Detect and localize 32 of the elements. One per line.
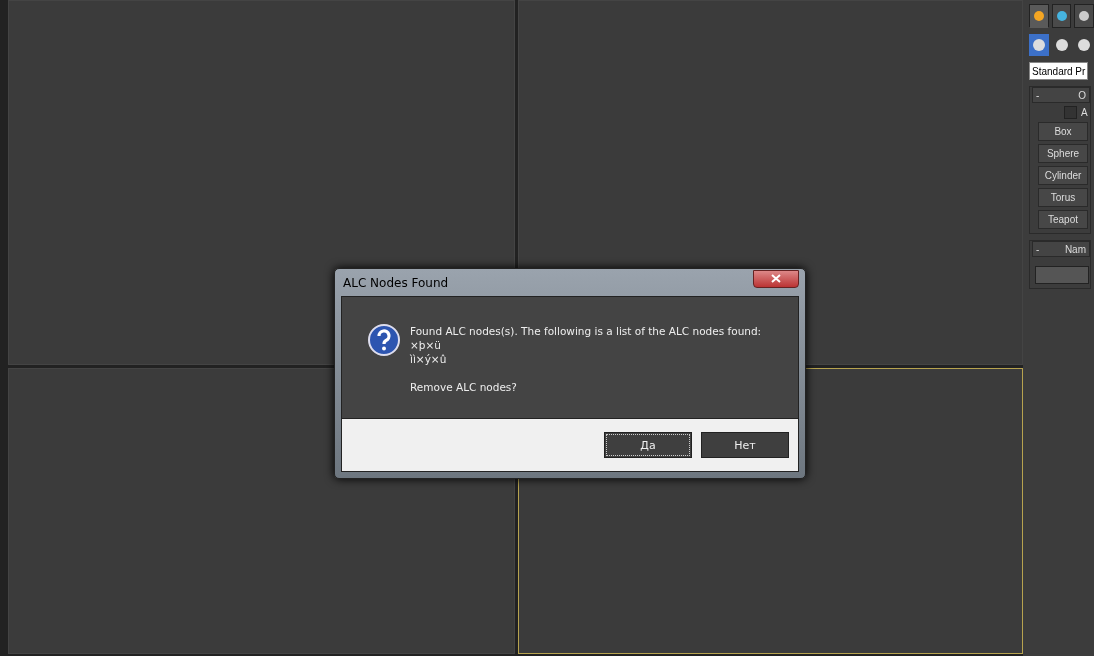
rollout-title: O: [1078, 89, 1086, 101]
node-name: ×þ×ü: [410, 338, 442, 352]
window-title: ALC Nodes Found: [343, 275, 449, 290]
node-name: ìì×ý×û: [410, 352, 448, 366]
panel-tab[interactable]: [1029, 4, 1049, 28]
category-dropdown[interactable]: Standard Pr: [1029, 62, 1088, 80]
object-button[interactable]: Sphere: [1038, 144, 1088, 163]
rollout-header[interactable]: - O: [1032, 87, 1090, 103]
name-field[interactable]: [1035, 266, 1089, 284]
object-button[interactable]: Torus: [1038, 188, 1088, 207]
dialog-button[interactable]: Да: [604, 432, 692, 458]
collapse-sign: -: [1036, 89, 1040, 101]
shape-icon: [1076, 37, 1093, 53]
question-icon: [368, 324, 400, 356]
panel-tab[interactable]: [1074, 4, 1094, 28]
subtype-button[interactable]: [1029, 34, 1049, 56]
panel-tab[interactable]: [1051, 4, 1072, 28]
dialog-button[interactable]: Нет: [701, 432, 789, 458]
checkbox[interactable]: [1064, 106, 1077, 119]
close-icon: [771, 274, 781, 283]
collapse-sign: -: [1036, 243, 1040, 255]
object-button[interactable]: Teapot: [1038, 210, 1088, 229]
shape-icon: [1030, 37, 1047, 53]
checkbox-label: A: [1081, 107, 1088, 118]
question-text: Remove ALC nodes?: [410, 380, 518, 394]
rollout-header[interactable]: - Nam: [1032, 241, 1090, 257]
object-button[interactable]: Box: [1038, 122, 1088, 141]
close-button[interactable]: [753, 269, 799, 288]
rollout-title: Nam: [1064, 243, 1086, 255]
object-button[interactable]: Cylinder: [1038, 166, 1088, 185]
message-text: Found ALC nodes(s). The following is a list of the ALC nodes found:: [410, 324, 762, 338]
shape-icon: [1053, 37, 1070, 53]
